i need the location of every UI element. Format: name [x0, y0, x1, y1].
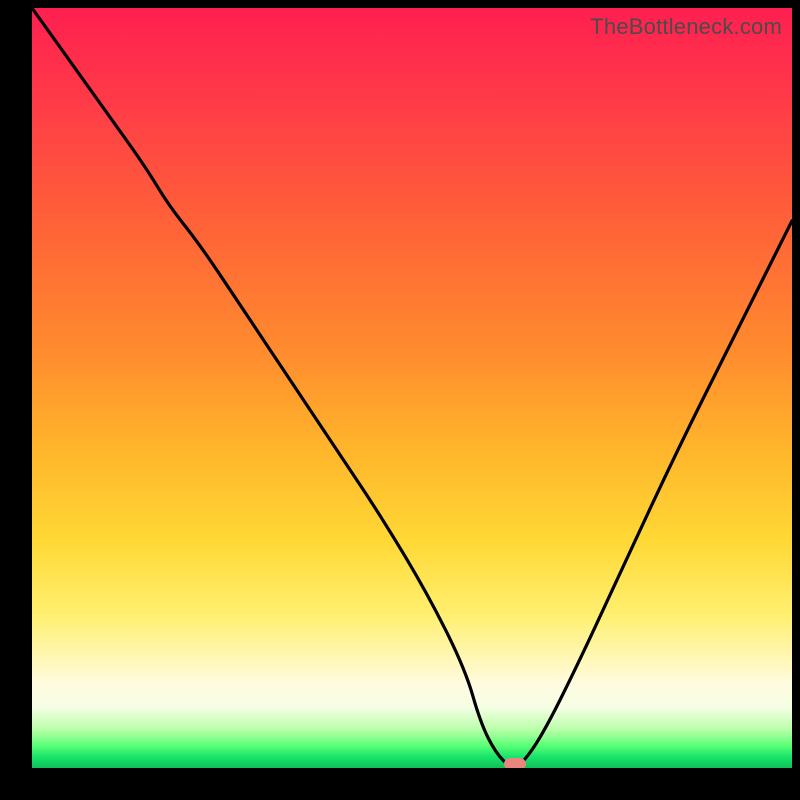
chart-root: TheBottleneck.com	[0, 0, 800, 800]
plot-area: TheBottleneck.com	[32, 8, 792, 768]
optimal-marker	[504, 758, 526, 768]
curve-svg	[32, 8, 792, 768]
bottleneck-curve-path	[32, 8, 792, 768]
